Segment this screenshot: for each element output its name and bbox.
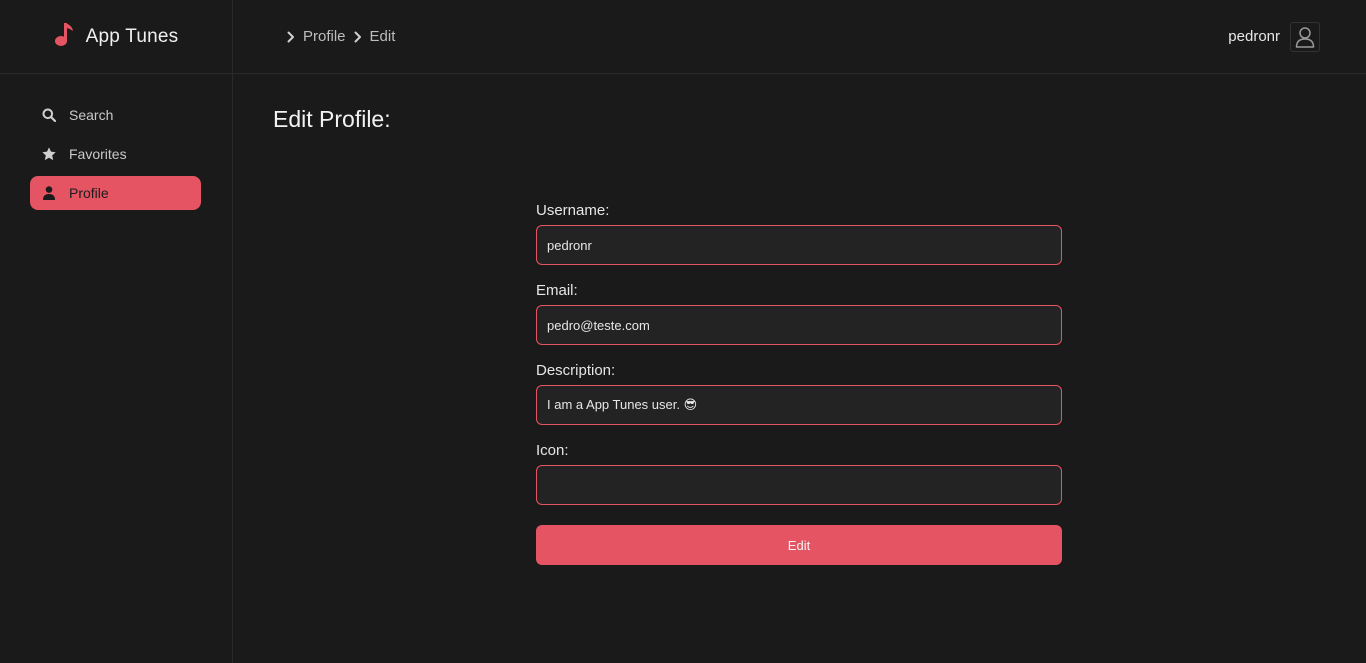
breadcrumb-item-edit: Edit xyxy=(369,28,396,45)
edit-button[interactable]: Edit xyxy=(536,525,1062,565)
chevron-right-icon xyxy=(352,30,364,44)
email-label: Email: xyxy=(536,282,578,299)
sidebar-item-label: Profile xyxy=(69,185,109,201)
breadcrumb: Profile Edit xyxy=(285,28,395,45)
sidebar-item-profile[interactable]: Profile xyxy=(30,176,201,210)
icon-label: Icon: xyxy=(536,442,569,459)
description-label: Description: xyxy=(536,362,616,379)
username-label: Username: xyxy=(536,202,610,219)
star-icon xyxy=(41,146,57,162)
brand[interactable]: App Tunes xyxy=(0,0,232,74)
user-icon xyxy=(41,185,57,201)
sidebar-item-search[interactable]: Search xyxy=(30,98,201,132)
edit-profile-form: Username: Email: Description: Icon: Edit xyxy=(536,202,1062,565)
top-header: Profile Edit pedronr xyxy=(233,0,1366,74)
sidebar-nav: Search Favorites Profile xyxy=(0,74,232,210)
user-menu[interactable]: pedronr xyxy=(1228,21,1320,52)
user-outline-icon xyxy=(1295,26,1315,48)
page-title: Edit Profile: xyxy=(273,106,391,132)
app-title: App Tunes xyxy=(85,25,179,47)
app-root: App Tunes Search Favorites Profile Profi… xyxy=(0,0,1366,663)
sidebar-item-label: Search xyxy=(69,107,114,123)
description-field[interactable] xyxy=(536,385,1062,425)
breadcrumb-item-profile[interactable]: Profile xyxy=(303,28,346,45)
sidebar-item-label: Favorites xyxy=(69,146,127,162)
email-field[interactable] xyxy=(536,305,1062,345)
search-icon xyxy=(41,107,57,123)
header-username: pedronr xyxy=(1228,28,1280,45)
avatar[interactable] xyxy=(1290,21,1320,52)
icon-field[interactable] xyxy=(536,465,1062,505)
username-field[interactable] xyxy=(536,225,1062,265)
main-content: Edit Profile: Username: Email: Descripti… xyxy=(233,74,1366,663)
sidebar: App Tunes Search Favorites Profile xyxy=(0,0,233,663)
sidebar-item-favorites[interactable]: Favorites xyxy=(30,137,201,171)
music-note-icon xyxy=(54,21,76,52)
chevron-right-icon xyxy=(285,30,297,44)
